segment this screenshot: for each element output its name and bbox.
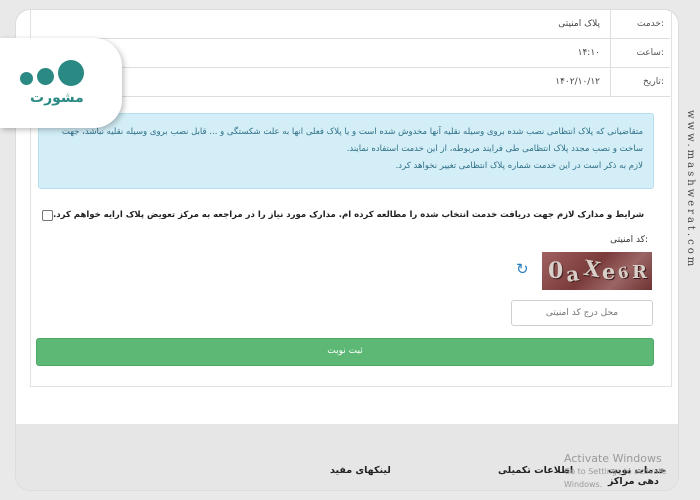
logo-dot (37, 68, 54, 85)
notice-paragraph: لازم به ذکر است در این خدمت شماره پلاک ا… (395, 161, 643, 171)
table-row: تاریخ: ۱۴۰۲/۱۰/۱۲ (30, 68, 670, 97)
appointment-info-table: خدمت: پلاک امنیتی ساعت: ۱۴:۱۰ تاریخ: ۱۴۰… (30, 10, 670, 97)
logo-dot (20, 72, 33, 85)
footer-link-useful-links[interactable]: لینکهای مفید (330, 465, 391, 476)
time-label: ساعت: (610, 39, 670, 67)
captcha-char: 6 (616, 263, 631, 283)
site-logo: مشورت (0, 38, 122, 128)
captcha-char: R (632, 262, 647, 283)
captcha-char: a (564, 261, 581, 287)
service-value: پلاک امنیتی (558, 19, 600, 29)
windows-activation-watermark: Activate Windows Go to Settings to activ… (564, 452, 678, 490)
windows-activation-title: Activate Windows (564, 452, 662, 465)
table-row: ساعت: ۱۴:۱۰ (30, 39, 670, 68)
table-row: خدمت: پلاک امنیتی (30, 10, 670, 39)
logo-text: مشورت (30, 90, 84, 106)
captcha-char: e (602, 259, 616, 284)
captcha-image: 0 a X e 6 R (542, 252, 652, 290)
logo-dot (58, 60, 84, 86)
terms-label: شرایط و مدارک لازم جهت دریافت خدمت انتخا… (53, 210, 645, 220)
windows-activation-subtitle: Go to Settings to activate Windows. (564, 467, 667, 489)
date-label: تاریخ: (610, 68, 670, 96)
terms-row: شرایط و مدارک لازم جهت دریافت خدمت انتخا… (36, 207, 666, 223)
info-notice: متقاضیانی که پلاک انتظامی نصب شده بروی و… (38, 113, 654, 189)
submit-appointment-button[interactable]: ثبت نوبت (36, 338, 654, 366)
captcha-input[interactable] (511, 300, 653, 326)
website-watermark: www.mashwerat.com (685, 110, 696, 270)
captcha-label: کد امنیتی: (610, 235, 648, 245)
refresh-captcha-icon[interactable]: ↻ (516, 260, 529, 278)
captcha-char: X (581, 254, 603, 283)
service-label: خدمت: (610, 10, 670, 38)
terms-checkbox[interactable] (42, 209, 53, 221)
notice-paragraph: متقاضیانی که پلاک انتظامی نصب شده بروی و… (61, 127, 643, 154)
captcha-char: 0 (548, 258, 564, 284)
footer-link-additional-info[interactable]: اطلاعات تکمیلی (498, 465, 573, 476)
